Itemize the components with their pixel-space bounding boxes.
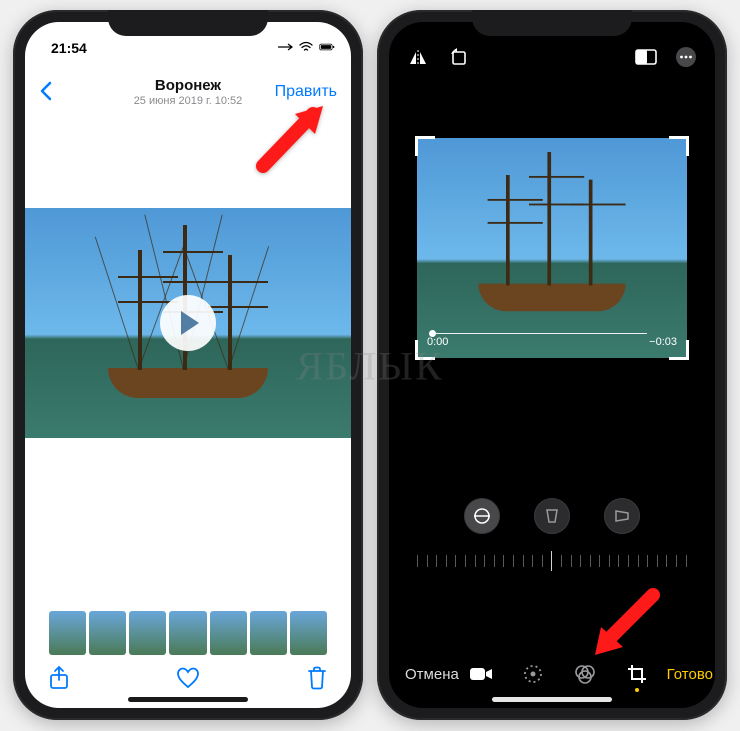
vertical-perspective-button[interactable] — [534, 498, 570, 534]
ship-illustration — [460, 155, 644, 311]
battery-icon — [319, 40, 335, 56]
edit-button[interactable]: Править — [275, 83, 337, 101]
more-icon[interactable] — [675, 46, 697, 68]
dial-ticks — [417, 546, 687, 576]
watermark: ЯБЛЫК — [296, 342, 443, 389]
straighten-button[interactable] — [464, 498, 500, 534]
angle-dial[interactable] — [417, 546, 687, 576]
wifi-icon — [298, 40, 314, 56]
crop-mode-icon[interactable] — [625, 662, 649, 686]
horizontal-perspective-button[interactable] — [604, 498, 640, 534]
notch — [108, 10, 268, 36]
favorite-button[interactable] — [176, 666, 200, 690]
flip-icon[interactable] — [407, 46, 429, 68]
done-button[interactable]: Готово — [657, 666, 713, 683]
share-button[interactable] — [47, 666, 71, 690]
nav-bar: Воронеж 25 июня 2019 г. 10:52 Править — [25, 66, 351, 118]
crop-frame: 0:00 −0:03 — [417, 138, 687, 358]
back-button[interactable] — [39, 77, 59, 108]
airplane-mode-icon — [277, 40, 293, 56]
crop-handle-tr[interactable] — [669, 136, 689, 156]
cancel-button[interactable]: Отмена — [405, 666, 461, 683]
crop-handle-br[interactable] — [669, 340, 689, 360]
play-button[interactable] — [160, 295, 216, 351]
filters-mode-icon[interactable] — [573, 662, 597, 686]
video-preview-area[interactable] — [25, 118, 351, 528]
play-icon — [181, 311, 199, 335]
delete-button[interactable] — [305, 666, 329, 690]
home-indicator[interactable] — [128, 697, 248, 702]
timeline-track[interactable] — [429, 333, 647, 334]
crop-canvas[interactable]: 0:00 −0:03 — [417, 138, 687, 358]
video-mode-icon[interactable] — [469, 662, 493, 686]
home-indicator[interactable] — [492, 697, 612, 702]
crop-handle-tl[interactable] — [415, 136, 435, 156]
rotate-icon[interactable] — [447, 46, 469, 68]
time-overlay: 0:00 −0:03 — [427, 336, 677, 348]
aspect-ratio-icon[interactable] — [635, 46, 657, 68]
adjustment-buttons — [389, 498, 715, 534]
notch — [472, 10, 632, 36]
adjust-mode-icon[interactable] — [521, 662, 545, 686]
